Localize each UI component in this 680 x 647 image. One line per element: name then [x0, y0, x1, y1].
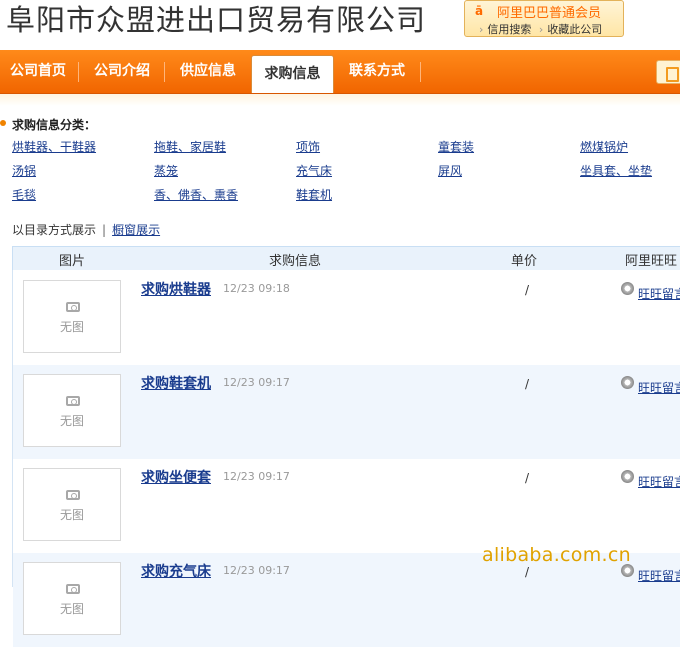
arrow-icon: ›: [538, 23, 544, 36]
camera-icon: [66, 584, 80, 594]
view-switch-separator: |: [102, 223, 107, 237]
aliwangwang-icon[interactable]: [621, 376, 634, 389]
table-header: 图片 求购信息 单价 阿里旺旺: [12, 246, 680, 270]
product-thumbnail[interactable]: 无图: [23, 280, 121, 353]
camera-icon: [66, 302, 80, 312]
nav-home[interactable]: 公司首页: [0, 50, 76, 93]
nav-subbar: [0, 94, 680, 106]
wangwang-message-link[interactable]: 旺旺留言: [638, 285, 680, 302]
category-link[interactable]: 屏风: [438, 162, 462, 179]
buying-title-link[interactable]: 求购鞋套机: [141, 373, 211, 393]
category-link[interactable]: 燃煤锅炉: [580, 138, 628, 155]
camera-icon: [66, 396, 80, 406]
page-header: 阜阳市众盟进出口贸易有限公司 ā 阿里巴巴普通会员 › 信用搜索 › 收藏此公司: [0, 0, 680, 48]
product-thumbnail[interactable]: 无图: [23, 562, 121, 635]
bookmark-icon[interactable]: [656, 60, 680, 84]
category-link[interactable]: 鞋套机: [296, 186, 332, 203]
nav-divider: [78, 62, 79, 82]
alibaba-logo-icon: ā: [475, 4, 484, 18]
price: /: [525, 377, 530, 391]
bookmark-company-link[interactable]: 收藏此公司: [547, 23, 602, 36]
aliwangwang-icon[interactable]: [621, 282, 634, 295]
category-link[interactable]: 充气床: [296, 162, 332, 179]
post-time: 12/23 09:17: [223, 376, 290, 389]
company-name: 阜阳市众盟进出口贸易有限公司: [6, 3, 427, 37]
column-header-image: 图片: [59, 254, 86, 269]
column-header-info: 求购信息: [269, 254, 322, 269]
table-row: 无图 求购充气床 12/23 09:17 / 旺旺留言: [13, 553, 680, 647]
category-link[interactable]: 汤锅: [12, 162, 36, 179]
post-time: 12/23 09:18: [223, 282, 290, 295]
buying-title-link[interactable]: 求购充气床: [141, 561, 211, 581]
nav-contact[interactable]: 联系方式: [337, 50, 417, 93]
wangwang-message-link[interactable]: 旺旺留言: [638, 567, 680, 584]
showcase-view-link[interactable]: 橱窗展示: [112, 223, 160, 237]
nav-divider: [420, 62, 421, 82]
table-row: 无图 求购烘鞋器 12/23 09:18 / 旺旺留言: [13, 271, 680, 365]
price: /: [525, 471, 530, 485]
credit-search-link[interactable]: 信用搜索: [487, 23, 531, 36]
member-badge[interactable]: ā 阿里巴巴普通会员 › 信用搜索 › 收藏此公司: [464, 0, 624, 37]
column-header-aliww: 阿里旺旺: [625, 254, 678, 269]
post-time: 12/23 09:17: [223, 470, 290, 483]
column-header-price: 单价: [511, 254, 538, 269]
product-thumbnail[interactable]: 无图: [23, 374, 121, 447]
table-row: 无图 求购坐便套 12/23 09:17 / 旺旺留言: [13, 459, 680, 553]
member-badge-links: › 信用搜索 › 收藏此公司: [479, 21, 606, 37]
camera-icon: [66, 490, 80, 500]
post-time: 12/23 09:17: [223, 564, 290, 577]
no-image-label: 无图: [59, 414, 84, 428]
arrow-icon: ›: [479, 23, 484, 36]
category-link[interactable]: 蒸笼: [154, 162, 178, 179]
member-badge-title: 阿里巴巴普通会员: [497, 6, 602, 21]
no-image-label: 无图: [59, 508, 84, 522]
no-image-label: 无图: [59, 602, 84, 616]
buying-title-link[interactable]: 求购坐便套: [141, 467, 211, 487]
catalog-view-label: 以目录方式展示: [12, 223, 97, 237]
category-link[interactable]: 毛毯: [12, 186, 36, 203]
nav-about[interactable]: 公司介绍: [82, 50, 162, 93]
price: /: [525, 283, 530, 297]
main-nav: 公司首页 公司介绍 供应信息 求购信息 联系方式: [0, 50, 680, 94]
aliwangwang-icon[interactable]: [621, 470, 634, 483]
wangwang-message-link[interactable]: 旺旺留言: [638, 473, 680, 490]
nav-divider: [164, 62, 165, 82]
wangwang-message-link[interactable]: 旺旺留言: [638, 379, 680, 396]
category-link[interactable]: 项饰: [296, 138, 320, 155]
category-link[interactable]: 坐具套、坐垫: [580, 162, 652, 179]
nav-buying[interactable]: 求购信息: [251, 55, 334, 93]
category-title: 求购信息分类：: [0, 118, 97, 132]
category-link[interactable]: 拖鞋、家居鞋: [154, 138, 226, 155]
nav-supply[interactable]: 供应信息: [168, 50, 248, 93]
watermark-text: alibaba.com.cn: [482, 544, 631, 566]
view-switch: 以目录方式展示 | 橱窗展示: [12, 221, 160, 238]
no-image-label: 无图: [59, 320, 84, 334]
category-link[interactable]: 童套装: [438, 138, 474, 155]
product-thumbnail[interactable]: 无图: [23, 468, 121, 541]
price: /: [525, 565, 530, 579]
category-link[interactable]: 香、佛香、熏香: [154, 186, 238, 203]
table-row: 无图 求购鞋套机 12/23 09:17 / 旺旺留言: [13, 365, 680, 459]
category-link[interactable]: 烘鞋器、干鞋器: [12, 138, 96, 155]
buying-title-link[interactable]: 求购烘鞋器: [141, 279, 211, 299]
